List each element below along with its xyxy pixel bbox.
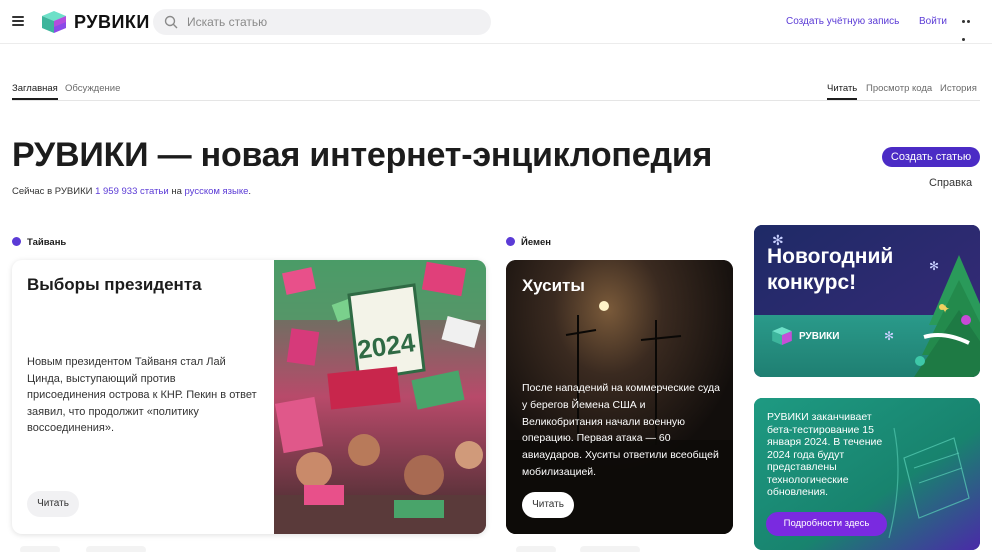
category-taiwan[interactable]: Тайвань: [12, 237, 66, 248]
beta-banner[interactable]: РУВИКИ заканчивает бета-тестирование 15 …: [754, 398, 980, 550]
beta-text: РУВИКИ заканчивает бета-тестирование 15 …: [767, 411, 883, 498]
card-text: Новым президентом Тайваня стал Лай Цинда…: [27, 356, 257, 434]
search-input[interactable]: [187, 9, 477, 35]
login-link[interactable]: Войти: [919, 16, 947, 27]
contest-title: Новогодний конкурс!: [767, 245, 894, 294]
category-dot-icon: [12, 237, 21, 246]
language-link[interactable]: русском языке: [185, 186, 249, 197]
tab-main-page[interactable]: Заглавная: [12, 83, 58, 100]
next-row-hint: [86, 546, 146, 552]
create-account-link[interactable]: Создать учётную запись: [786, 16, 899, 27]
yemen-card[interactable]: Хуситы После нападений на коммерческие с…: [506, 260, 733, 534]
article-count-line: Сейчас в РУВИКИ 1 959 933 статьи на русс…: [12, 186, 252, 197]
details-button[interactable]: Подробности здесь: [766, 512, 887, 536]
card-text: После нападений на коммерческие суда у б…: [522, 382, 720, 478]
tab-history[interactable]: История: [940, 83, 977, 98]
help-link[interactable]: Справка: [929, 177, 972, 189]
svg-text:✻: ✻: [884, 329, 894, 343]
tabs-divider: [12, 100, 980, 101]
svg-text:✦: ✦: [940, 302, 950, 316]
tab-discussion[interactable]: Обсуждение: [65, 83, 120, 98]
read-button[interactable]: Читать: [27, 491, 79, 517]
contest-logo-text: РУВИКИ: [799, 331, 840, 342]
card-title: Выборы президента: [27, 275, 202, 294]
top-header: РУВИКИ Создать учётную запись Войти: [0, 0, 992, 44]
tab-view-source[interactable]: Просмотр кода: [866, 83, 932, 98]
article-count-link[interactable]: 1 959 933 статьи: [95, 186, 169, 197]
page-title: РУВИКИ — новая интернет-энциклопедия: [12, 136, 713, 174]
logo-icon[interactable]: [40, 11, 68, 33]
create-article-button[interactable]: Создать статью: [882, 147, 980, 167]
tab-read[interactable]: Читать: [827, 83, 858, 100]
card-title: Хуситы: [522, 276, 585, 295]
taiwan-card[interactable]: Выборы президента Новым президентом Тайв…: [12, 260, 486, 534]
svg-text:✻: ✻: [929, 259, 939, 273]
menu-icon[interactable]: [12, 16, 24, 26]
category-dot-icon: [506, 237, 515, 246]
read-button[interactable]: Читать: [522, 492, 574, 518]
next-row-hint: [20, 546, 60, 552]
next-row-hint: [580, 546, 640, 552]
more-options-icon[interactable]: [962, 20, 976, 41]
logo-text[interactable]: РУВИКИ: [74, 12, 150, 33]
next-row-hint: [516, 546, 556, 552]
logo-icon: [772, 327, 792, 345]
search-icon: [164, 15, 178, 29]
category-yemen[interactable]: Йемен: [506, 237, 551, 248]
search-box[interactable]: [153, 9, 491, 35]
contest-banner[interactable]: ✻ ✻ ✻ ✦ Новогодний конкурс! РУВИКИ: [754, 225, 980, 377]
election-rally-photo: 2024: [274, 260, 486, 534]
